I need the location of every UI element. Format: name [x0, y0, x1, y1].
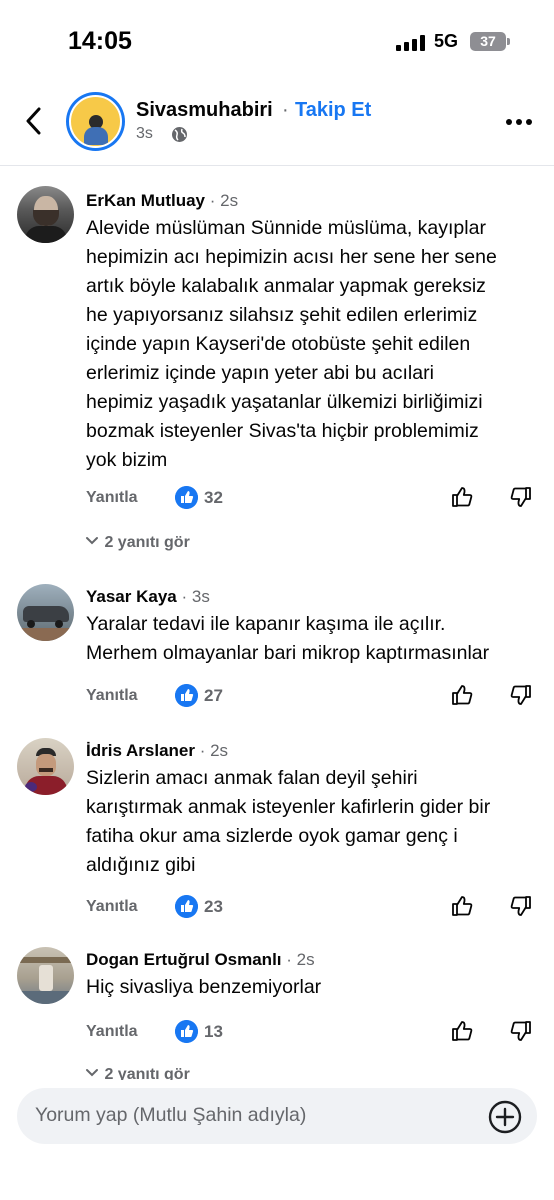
- page-logo: [69, 95, 122, 148]
- network-type: 5G: [434, 31, 459, 51]
- signal-icon: [396, 35, 428, 51]
- battery-icon: 37: [470, 32, 506, 51]
- page-avatar[interactable]: [66, 92, 125, 151]
- view-replies-button[interactable]: 2 yanıtı gör: [84, 534, 190, 552]
- view-replies-label: 2 yanıtı gör: [104, 534, 190, 551]
- comment-text: Sizlerin amacı anmak falan deyil şehiri …: [86, 767, 491, 876]
- thumbs-down-outline-icon[interactable]: [508, 683, 532, 707]
- status-bar: 14:05 5G 37: [0, 0, 554, 80]
- status-time: 14:05: [68, 27, 132, 55]
- chevron-down-icon: [86, 1069, 98, 1077]
- thumbs-up-outline-icon[interactable]: [451, 485, 475, 509]
- comment-time: · 3s: [181, 587, 210, 606]
- comment-header: ErKan Mutluay · 2s: [86, 191, 238, 211]
- post-time[interactable]: 3s: [136, 125, 153, 143]
- commenter-name[interactable]: Yasar Kaya: [86, 587, 177, 606]
- reply-button[interactable]: Yanıtla: [86, 898, 138, 916]
- comment-text: Yaralar tedavi ile kapanır kaşıma ile aç…: [86, 613, 490, 664]
- comment-text: Alevide müslüman Sünnide müslüma, kayıpl…: [86, 217, 497, 471]
- thumbs-down-outline-icon[interactable]: [508, 485, 532, 509]
- like-count: 13: [204, 1022, 223, 1041]
- like-count: 23: [204, 897, 223, 916]
- comment: ErKan Mutluay · 2s Alevide müslüman Sünn…: [0, 166, 554, 566]
- like-badge-icon: [175, 684, 198, 707]
- avatar[interactable]: [17, 186, 74, 243]
- follow-button[interactable]: Takip Et: [295, 99, 371, 122]
- like-badge-icon: [175, 486, 198, 509]
- comment-header: Dogan Ertuğrul Osmanlı · 2s: [86, 950, 315, 970]
- comment: İdris Arslaner · 2s Sizlerin amacı anmak…: [0, 726, 554, 936]
- chevron-left-icon[interactable]: [22, 106, 46, 136]
- comments-list: ErKan Mutluay · 2s Alevide müslüman Sünn…: [0, 166, 554, 1080]
- reply-button[interactable]: Yanıtla: [86, 687, 138, 705]
- post-header: Sivasmuhabiri · Takip Et 3s: [0, 80, 554, 166]
- view-replies-label: 2 yanıtı gör: [104, 1066, 190, 1080]
- like-badge-icon: [175, 1020, 198, 1043]
- comment-text: Hiç sivasliya benzemiyorlar: [86, 976, 322, 998]
- like-count: 27: [204, 686, 223, 705]
- comment: Yasar Kaya · 3s Yaralar tedavi ile kapan…: [0, 566, 554, 726]
- commenter-name[interactable]: Dogan Ertuğrul Osmanlı: [86, 950, 282, 969]
- commenter-name[interactable]: ErKan Mutluay: [86, 191, 205, 210]
- comment-time: · 2s: [286, 950, 315, 969]
- chevron-down-icon: [86, 537, 98, 545]
- page-name[interactable]: Sivasmuhabiri: [136, 99, 273, 122]
- avatar[interactable]: [17, 738, 74, 795]
- thumbs-up-outline-icon[interactable]: [451, 683, 475, 707]
- thumbs-down-outline-icon[interactable]: [508, 894, 532, 918]
- name-separator: ·: [282, 99, 289, 121]
- comment-input-placeholder: Yorum yap (Mutlu Şahin adıyla): [35, 1104, 307, 1126]
- comment-input[interactable]: Yorum yap (Mutlu Şahin adıyla): [17, 1088, 537, 1144]
- globe-icon: [172, 127, 187, 142]
- thumbs-up-outline-icon[interactable]: [451, 894, 475, 918]
- like-count: 32: [204, 488, 223, 507]
- thumbs-down-outline-icon[interactable]: [508, 1019, 532, 1043]
- view-replies-button[interactable]: 2 yanıtı gör: [84, 1066, 190, 1080]
- reply-button[interactable]: Yanıtla: [86, 1023, 138, 1041]
- comment-header: Yasar Kaya · 3s: [86, 587, 210, 607]
- commenter-name[interactable]: İdris Arslaner: [86, 741, 195, 760]
- comment: Dogan Ertuğrul Osmanlı · 2s Hiç sivasliy…: [0, 936, 554, 1080]
- plus-circle-icon[interactable]: [488, 1100, 522, 1134]
- like-badge-icon: [175, 895, 198, 918]
- comment-time: · 2s: [209, 191, 239, 210]
- comment-time: · 2s: [199, 741, 229, 760]
- reply-button[interactable]: Yanıtla: [86, 489, 138, 507]
- more-horizontal-icon[interactable]: [505, 118, 533, 126]
- comment-header: İdris Arslaner · 2s: [86, 741, 228, 761]
- avatar[interactable]: [17, 584, 74, 641]
- avatar[interactable]: [17, 947, 74, 1004]
- thumbs-up-outline-icon[interactable]: [451, 1019, 475, 1043]
- battery-tip: [507, 38, 510, 45]
- comment-composer: Yorum yap (Mutlu Şahin adıyla): [0, 1080, 554, 1200]
